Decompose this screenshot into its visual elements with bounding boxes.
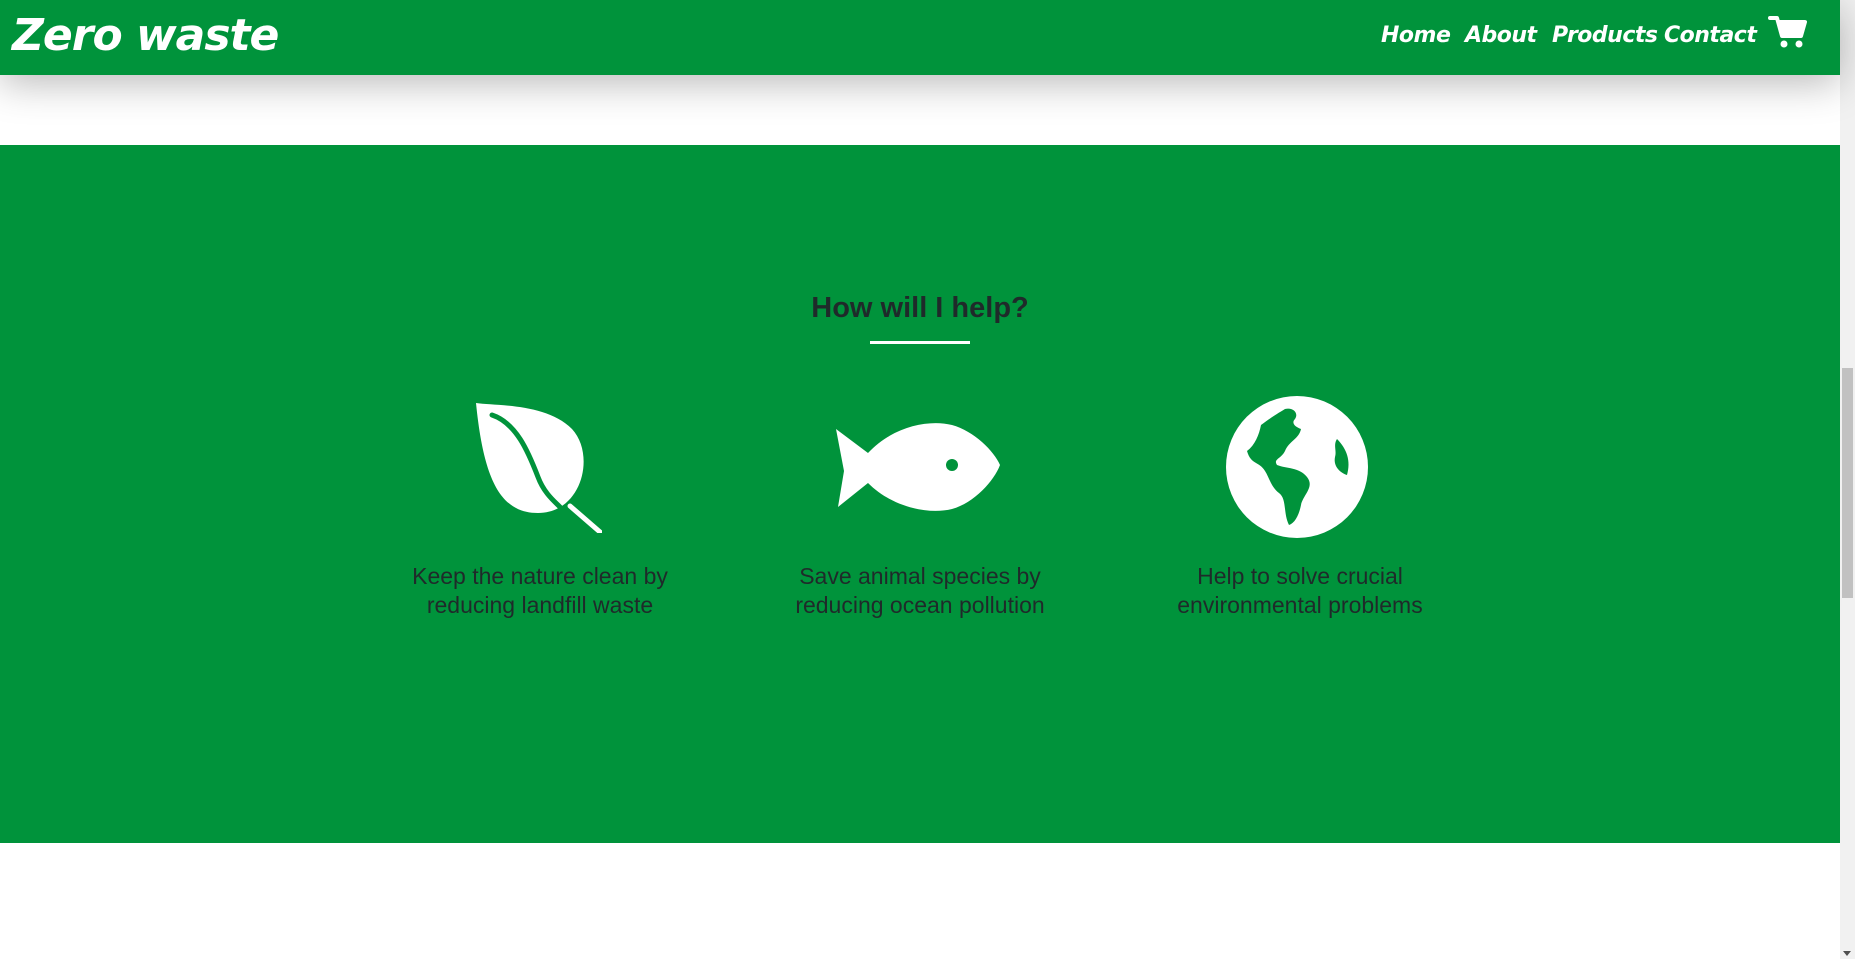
vertical-scrollbar[interactable]: [1840, 0, 1855, 959]
feature-text-line: Help to solve crucial: [1197, 563, 1403, 589]
nav-products-link[interactable]: Products: [1552, 20, 1658, 52]
nav-about-link[interactable]: About: [1465, 20, 1537, 52]
top-navbar: Zero waste Home About Products Contact: [0, 0, 1840, 75]
section-title: How will I help?: [811, 292, 1029, 324]
feature-text-environment: Help to solve crucial environmental prob…: [1140, 562, 1460, 620]
feature-text-line: reducing ocean pollution: [795, 592, 1045, 618]
help-section: How will I help? Keep the nature clean b…: [0, 145, 1840, 843]
scrollbar-thumb[interactable]: [1842, 368, 1853, 598]
leaf-icon: [476, 403, 602, 533]
globe-icon: [1226, 396, 1368, 538]
fish-icon: [836, 423, 1000, 511]
nav-home-link[interactable]: Home: [1381, 20, 1451, 52]
nav-contact-link[interactable]: Contact: [1664, 20, 1757, 52]
scroll-down-arrow-icon[interactable]: [1843, 951, 1851, 956]
feature-text-line: Keep the nature clean by: [412, 563, 668, 589]
feature-text-ocean: Save animal species by reducing ocean po…: [760, 562, 1080, 620]
feature-text-line: reducing landfill waste: [426, 592, 654, 618]
feature-text-line: environmental problems: [1177, 592, 1423, 618]
feature-text-landfill: Keep the nature clean by reducing landfi…: [380, 562, 700, 620]
feature-text-line: Save animal species by: [799, 563, 1041, 589]
title-underline: [870, 341, 970, 344]
shopping-cart-icon[interactable]: [1768, 14, 1808, 50]
brand-logo[interactable]: Zero waste: [12, 8, 279, 64]
